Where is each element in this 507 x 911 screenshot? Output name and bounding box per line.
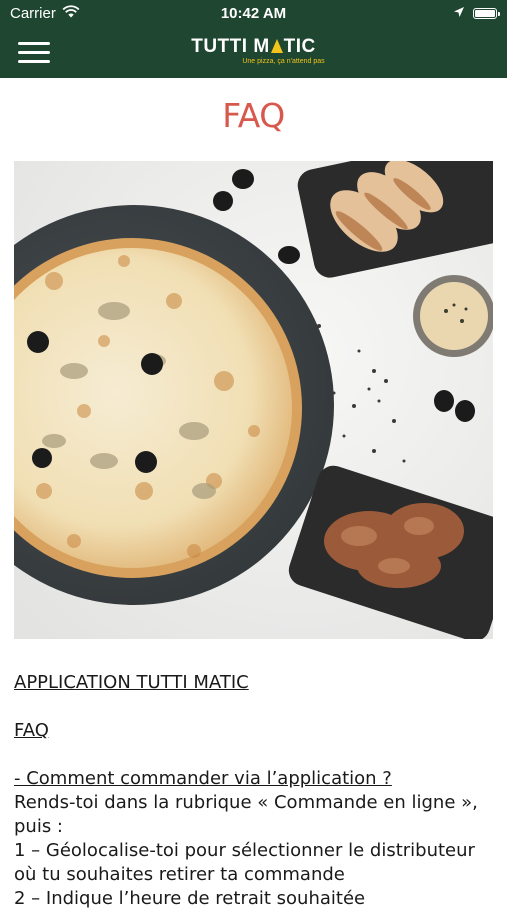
status-bar: Carrier 10:42 AM [0, 0, 507, 28]
answer-step-1: 1 – Géolocalise-toi pour sélectionner le… [14, 840, 475, 885]
app-logo: TUTTI M TIC Une pizza, ça n'attend pas [0, 36, 507, 65]
battery-icon [473, 8, 500, 19]
page-title: FAQ [222, 96, 285, 135]
logo-tagline: Une pizza, ça n'attend pas [242, 58, 325, 65]
hero-image [0, 134, 507, 642]
nav-bar: TUTTI M TIC Une pizza, ça n'attend pas [0, 28, 507, 78]
answer-step-2: 2 – Indique l’heure de retrait souhaitée [14, 888, 366, 909]
logo-triangle-icon [270, 39, 283, 53]
pizza-photo-illustration [0, 134, 507, 642]
question-1: - Comment commander via l’application ? [14, 768, 392, 789]
heading-app: APPLICATION TUTTI MATIC [14, 672, 249, 693]
heading-faq: FAQ [14, 720, 49, 741]
location-arrow-icon [453, 5, 465, 22]
faq-content: APPLICATION TUTTI MATIC FAQ - Comment co… [14, 671, 494, 911]
status-bar-right [453, 5, 500, 22]
logo-title: TUTTI M TIC [191, 36, 316, 57]
status-time: 10:42 AM [220, 5, 287, 22]
answer-line-1: Rends-toi dans la rubrique « Commande en… [14, 792, 478, 837]
